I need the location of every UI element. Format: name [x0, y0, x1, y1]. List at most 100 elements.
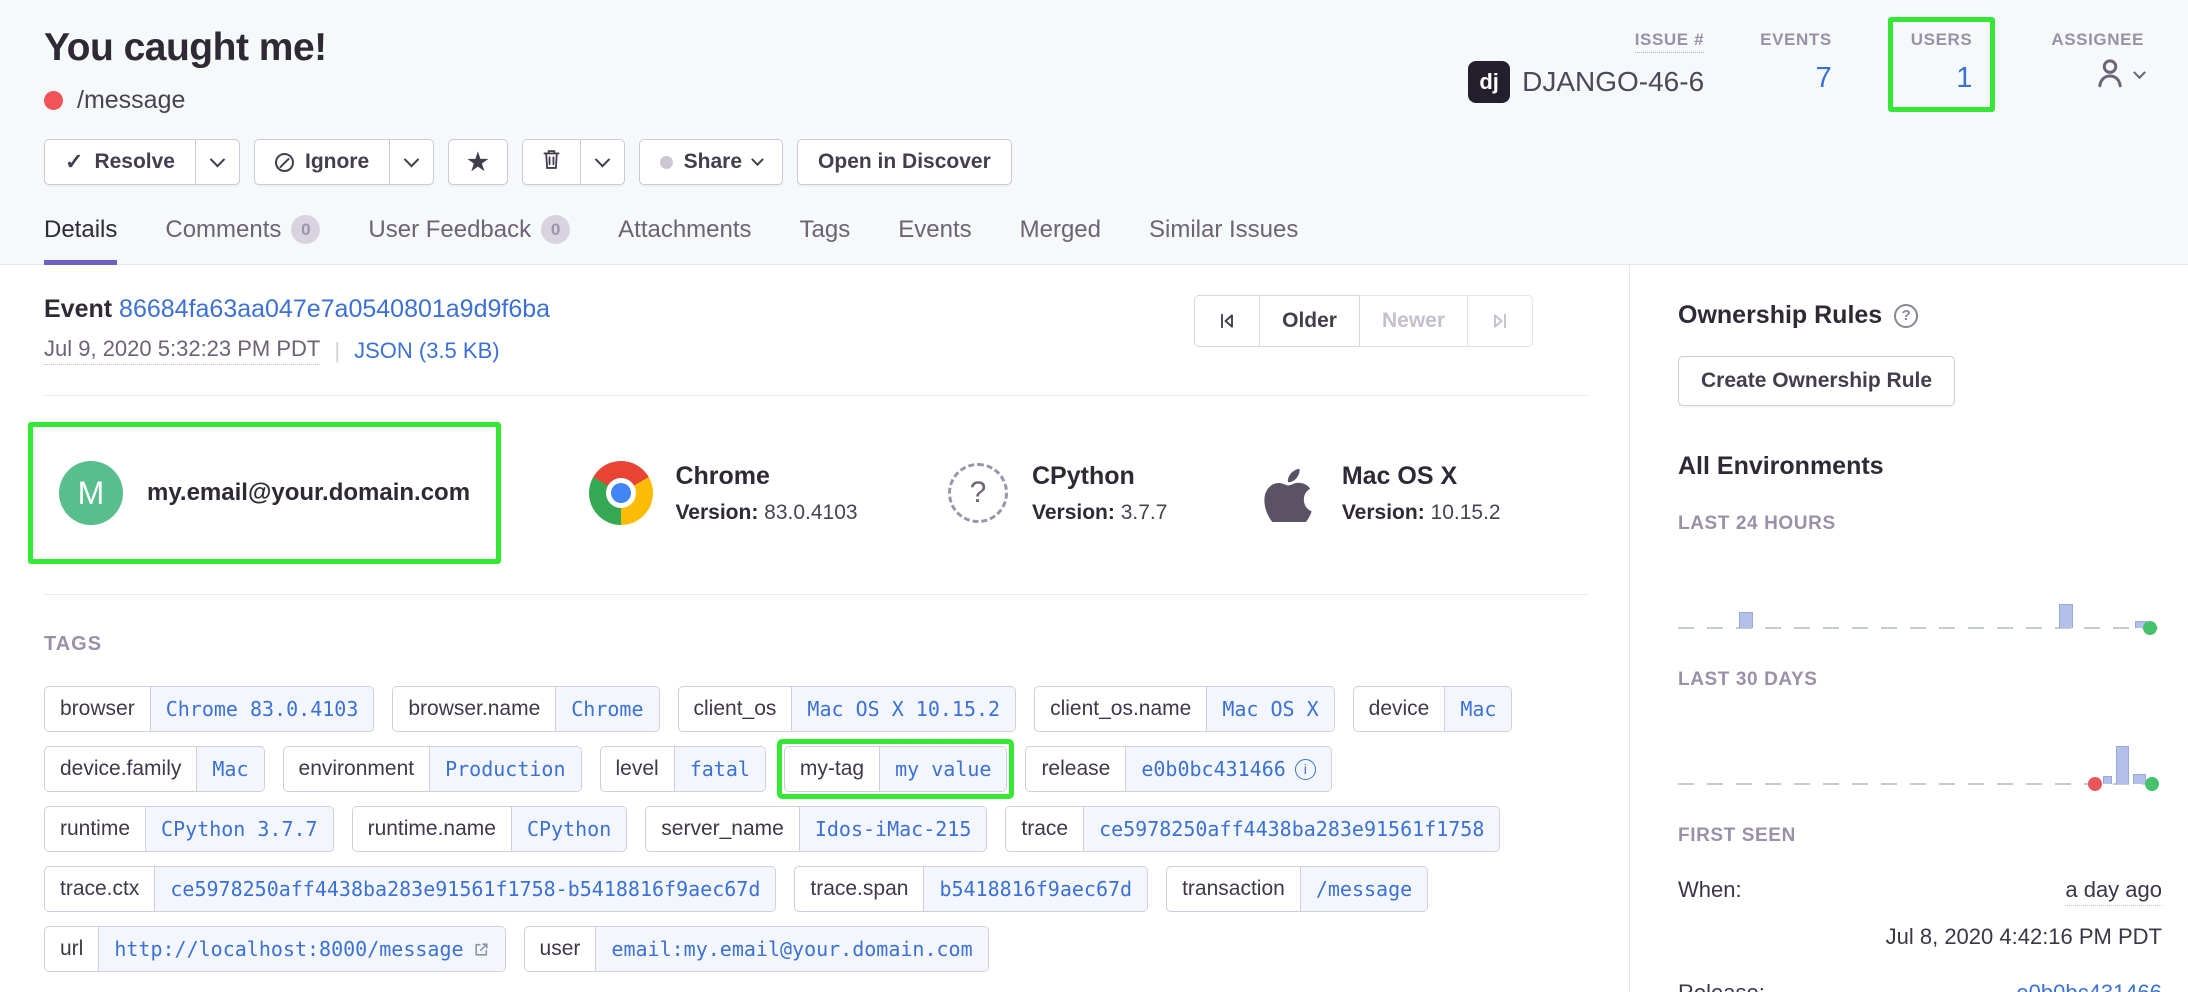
tag-value-link[interactable]: ce5978250aff4438ba283e91561f1758	[1083, 807, 1499, 851]
tag-pill-environment: environment Production	[283, 746, 582, 792]
chevron-down-icon	[751, 153, 764, 166]
tag-value-link[interactable]: Mac	[1444, 687, 1511, 731]
event-json-link[interactable]: JSON (3.5 KB)	[354, 338, 499, 364]
trash-icon	[541, 148, 562, 177]
tag-key: runtime.name	[353, 807, 511, 851]
tag-value-link[interactable]: my value	[879, 747, 1006, 791]
last-30-days-chart	[1678, 729, 2162, 785]
create-ownership-rule-button[interactable]: Create Ownership Rule	[1678, 356, 1955, 406]
apple-icon	[1256, 461, 1320, 525]
delete-button[interactable]	[522, 139, 581, 185]
tag-key: trace.span	[795, 867, 923, 911]
user-email: my.email@your.domain.com	[147, 479, 470, 507]
tag-key: trace.ctx	[45, 867, 154, 911]
resolve-dropdown-button[interactable]	[196, 139, 240, 185]
checkmark-icon: ✓	[65, 149, 83, 175]
issue-number-label: ISSUE #	[1635, 30, 1704, 53]
chevron-down-icon	[2133, 66, 2146, 79]
tag-key: environment	[284, 747, 430, 791]
feedback-count-badge: 0	[541, 215, 570, 244]
newer-event-button[interactable]: Newer	[1360, 295, 1468, 347]
issue-tabs: Details Comments0 User Feedback0 Attachm…	[44, 215, 2144, 264]
star-icon: ★	[467, 148, 489, 177]
tab-tags[interactable]: Tags	[800, 215, 851, 264]
tags-heading: TAGS	[44, 633, 1589, 656]
tag-value-link[interactable]: Idos-iMac-215	[799, 807, 987, 851]
tag-value-link[interactable]: Mac	[196, 747, 263, 791]
tag-value-link[interactable]: Production	[429, 747, 580, 791]
tag-pill-transaction: transaction /message	[1166, 866, 1428, 912]
tag-key: server_name	[646, 807, 799, 851]
event-context-summary: M my.email@your.domain.com Chrome Versio…	[44, 396, 1589, 595]
events-count-link[interactable]: 7	[1816, 62, 1832, 94]
bookmark-star-button[interactable]: ★	[448, 139, 508, 185]
older-event-button[interactable]: Older	[1260, 295, 1360, 347]
environments-title: All Environments	[1678, 452, 2162, 481]
tag-value-link[interactable]: Chrome	[555, 687, 658, 731]
tag-value-link[interactable]: Mac OS X 10.15.2	[791, 687, 1015, 731]
help-icon[interactable]: ?	[1894, 304, 1918, 328]
tab-similar-issues[interactable]: Similar Issues	[1149, 215, 1298, 264]
ignore-dropdown-button[interactable]	[390, 139, 434, 185]
tag-value-link[interactable]: Mac OS X	[1206, 687, 1333, 731]
oldest-event-button[interactable]	[1194, 295, 1260, 347]
last-page-icon	[1490, 311, 1510, 331]
tag-value-link[interactable]: fatal	[674, 747, 765, 791]
first-seen-label: FIRST SEEN	[1678, 825, 2162, 847]
assignee-label: ASSIGNEE	[2051, 30, 2144, 49]
last-24-hours-chart	[1678, 583, 2162, 629]
tag-value-link[interactable]: CPython 3.7.7	[145, 807, 333, 851]
tab-user-feedback[interactable]: User Feedback0	[368, 215, 570, 264]
tag-value-link[interactable]: /message	[1300, 867, 1427, 911]
share-button[interactable]: Share	[639, 139, 783, 185]
tag-key: device	[1354, 687, 1445, 731]
tag-key: browser	[45, 687, 150, 731]
tag-pill-client-os: client_os Mac OS X 10.15.2	[678, 686, 1017, 732]
my-tag-highlight-box: my-tag my value	[777, 739, 1015, 799]
event-id-link[interactable]: 86684fa63aa047e7a0540801a9d9f6ba	[119, 295, 550, 323]
tag-value-link[interactable]: CPython	[511, 807, 626, 851]
user-context-highlight-box: M my.email@your.domain.com	[28, 422, 501, 564]
os-version: 10.15.2	[1431, 501, 1501, 524]
tag-value-link[interactable]: Chrome 83.0.4103	[150, 687, 374, 731]
assignee-selector[interactable]	[2051, 56, 2144, 95]
tag-value-link[interactable]: ce5978250aff4438ba283e91561f1758-b541881…	[154, 867, 775, 911]
tag-value-link[interactable]: http://localhost:8000/message	[98, 927, 504, 971]
stat-assignee: ASSIGNEE	[2051, 30, 2144, 95]
ignore-button[interactable]: Ignore	[254, 139, 390, 185]
runtime-context-card: ? CPython Version: 3.7.7	[946, 461, 1167, 525]
tab-merged[interactable]: Merged	[1020, 215, 1101, 264]
tab-comments[interactable]: Comments0	[165, 215, 320, 264]
browser-context-card: Chrome Version: 83.0.4103	[589, 461, 857, 525]
open-in-discover-button[interactable]: Open in Discover	[797, 139, 1012, 185]
tab-details[interactable]: Details	[44, 215, 117, 264]
os-context-card: Mac OS X Version: 10.15.2	[1256, 461, 1501, 525]
tag-pill-browser-name: browser.name Chrome	[392, 686, 659, 732]
share-status-dot-icon	[660, 156, 673, 169]
tab-attachments[interactable]: Attachments	[618, 215, 751, 264]
delete-dropdown-button[interactable]	[581, 139, 625, 185]
tag-pill-client-os-name: client_os.name Mac OS X	[1034, 686, 1335, 732]
first-seen-release-link[interactable]: e0b0bc431466	[2016, 980, 2162, 992]
tag-value-link[interactable]: e0b0bc431466 i	[1125, 747, 1331, 791]
tag-value-link[interactable]: email:my.email@your.domain.com	[595, 927, 987, 971]
resolve-button[interactable]: ✓ Resolve	[44, 139, 196, 185]
tag-key: user	[525, 927, 596, 971]
event-details-panel: Event 86684fa63aa047e7a0540801a9d9f6ba J…	[0, 265, 1630, 992]
project-icon: dj	[1468, 61, 1510, 103]
tag-value-link[interactable]: b5418816f9aec67d	[923, 867, 1147, 911]
culprit-text: /message	[77, 86, 185, 115]
last-30-days-label: LAST 30 DAYS	[1678, 669, 2162, 691]
tag-key: level	[601, 747, 674, 791]
users-count-link[interactable]: 1	[1956, 62, 1972, 94]
tag-pill-device: device Mac	[1353, 686, 1513, 732]
tag-key: url	[45, 927, 98, 971]
tag-pill-device-family: device.family Mac	[44, 746, 265, 792]
tag-pill-runtime: runtime CPython 3.7.7	[44, 806, 334, 852]
ignore-icon	[275, 153, 294, 172]
last-24-hours-label: LAST 24 HOURS	[1678, 513, 2162, 535]
last-page-icon-button[interactable]	[1468, 295, 1533, 347]
unknown-runtime-icon: ?	[948, 463, 1008, 523]
tag-key: transaction	[1167, 867, 1300, 911]
tab-events[interactable]: Events	[898, 215, 971, 264]
